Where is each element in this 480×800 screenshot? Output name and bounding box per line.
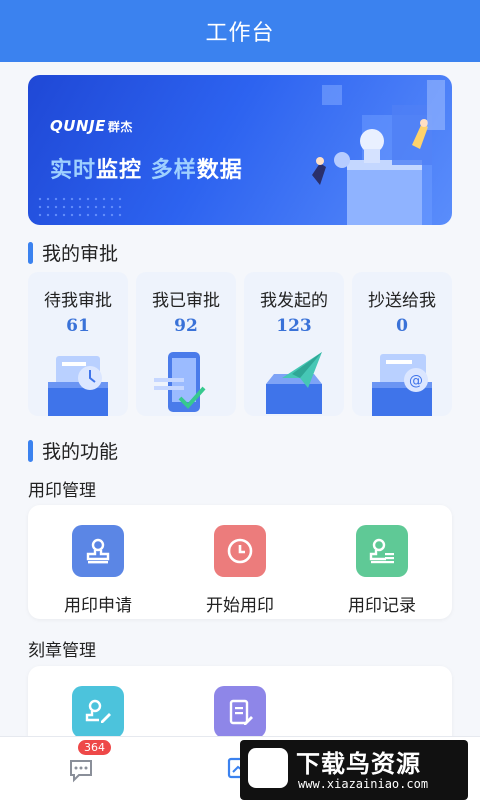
approval-count: 61 <box>66 316 90 336</box>
title-accent-bar <box>28 439 33 462</box>
carve-document-button[interactable] <box>185 686 295 738</box>
approval-card-initiated[interactable]: 我发起的 123 <box>244 272 344 416</box>
seal-start-clock-icon <box>214 525 266 577</box>
pending-document-clock-icon <box>48 356 108 416</box>
watermark-url: www.xiazainiao.com <box>298 777 429 791</box>
seal-record-icon <box>356 525 408 577</box>
approval-label: 我发起的 <box>260 291 328 311</box>
approved-phone-check-icon <box>154 352 206 412</box>
watermark-bird-logo <box>248 748 288 788</box>
seal-functions-panel: 用印申请 开始用印 用印记录 <box>28 505 452 619</box>
page-title: 工作台 <box>205 21 275 46</box>
approval-card-approved[interactable]: 我已审批 92 <box>136 272 236 416</box>
brand-logo: QUNJE 群杰 <box>50 117 133 135</box>
seal-apply-label: 用印申请 <box>64 596 132 616</box>
approval-label: 抄送给我 <box>368 291 436 311</box>
watermark: 下载鸟资源 www.xiazainiao.com <box>240 740 468 800</box>
svg-text:@: @ <box>409 373 423 389</box>
seal-start-label: 开始用印 <box>206 596 274 616</box>
banner-slogan: 实时监控 多样数据 <box>50 152 243 184</box>
approval-label: 我已审批 <box>152 291 220 311</box>
slogan-part3: 多样 <box>150 158 197 183</box>
functions-title-text: 我的功能 <box>42 441 119 463</box>
approval-section-title: 我的审批 <box>28 239 118 266</box>
seal-apply-icon <box>72 525 124 577</box>
approval-label: 待我审批 <box>44 291 112 311</box>
functions-section-title: 我的功能 <box>28 437 118 464</box>
slogan-part4: 数据 <box>196 158 243 183</box>
brand-cn: 群杰 <box>107 120 133 134</box>
dot-pattern <box>36 195 126 219</box>
seal-apply-button[interactable]: 用印申请 <box>43 525 153 616</box>
approval-count: 0 <box>396 316 408 336</box>
approval-count: 123 <box>276 316 312 336</box>
group-seal-management: 用印管理 <box>28 481 96 501</box>
seal-carve-document-icon <box>214 686 266 738</box>
seal-record-label: 用印记录 <box>348 596 416 616</box>
slogan-part2: 监控 <box>96 158 143 183</box>
slogan-part1: 实时 <box>50 158 97 183</box>
top-bar: 工作台 <box>0 0 480 62</box>
group-carve-management: 刻章管理 <box>28 641 96 661</box>
watermark-text: 下载鸟资源 <box>296 750 421 778</box>
message-icon[interactable] <box>66 755 96 785</box>
message-badge: 364 <box>78 740 111 755</box>
seal-start-button[interactable]: 开始用印 <box>185 525 295 616</box>
brand-en: QUNJE <box>50 117 106 135</box>
title-accent-bar <box>28 241 33 264</box>
approval-title-text: 我的审批 <box>42 243 119 265</box>
sent-box-paper-plane-icon <box>266 352 322 414</box>
banner[interactable]: QUNJE 群杰 实时监控 多样数据 <box>28 75 452 225</box>
approval-count: 92 <box>174 316 198 336</box>
seal-record-button[interactable]: 用印记录 <box>327 525 437 616</box>
carve-apply-button[interactable] <box>43 686 153 738</box>
approval-card-cc[interactable]: 抄送给我 0 @ <box>352 272 452 416</box>
seal-carve-apply-icon <box>72 686 124 738</box>
cc-mail-at-icon: @ <box>372 354 432 416</box>
banner-illustration <box>312 80 445 225</box>
approval-card-pending[interactable]: 待我审批 61 <box>28 272 128 416</box>
